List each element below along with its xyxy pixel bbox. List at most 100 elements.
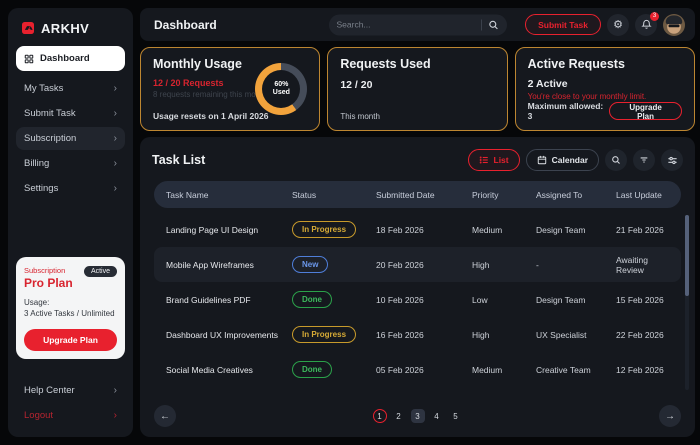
sidebar-item-label: Settings <box>24 183 58 194</box>
subscription-card: Subscription Pro Plan Active Usage: 3 Ac… <box>16 257 125 359</box>
card-title: Requests Used <box>340 57 494 71</box>
table-row[interactable]: Social Media Creatives Done 05 Feb 2026 … <box>154 352 681 387</box>
usage-donut-chart: 60% Used <box>255 63 307 115</box>
plan-usage: Usage: 3 Active Tasks / Unlimited <box>24 298 117 320</box>
plan-eyebrow: Subscription <box>24 266 73 275</box>
active-requests-card: Active Requests 2 Active You're close to… <box>515 47 695 131</box>
search-icon[interactable] <box>488 19 499 30</box>
chevron-right-icon: › <box>114 385 117 396</box>
donut-label: Used <box>273 89 290 97</box>
pagination: ← 1 2 3 4 5 → <box>152 403 683 427</box>
bell-icon <box>641 19 652 30</box>
table-row[interactable]: Landing Page UI Design In Progress 18 Fe… <box>154 212 681 247</box>
main-content: Dashboard Submit Task ⚙ 3 <box>140 8 695 437</box>
topbar: Dashboard Submit Task ⚙ 3 <box>140 8 695 41</box>
sliders-button[interactable] <box>661 149 683 171</box>
gear-icon: ⚙ <box>613 18 623 31</box>
list-view-button[interactable]: List <box>468 149 520 171</box>
sidebar-item-label: Dashboard <box>40 53 90 64</box>
sidebar-item-billing[interactable]: Billing › <box>16 152 125 175</box>
upgrade-plan-button-small[interactable]: Upgrade Plan <box>609 102 682 120</box>
table-row[interactable]: Dashboard UX Improvements In Progress 16… <box>154 317 681 352</box>
grid-icon <box>24 54 34 64</box>
sidebar-item-help-center[interactable]: Help Center › <box>16 379 125 402</box>
plan-usage-value: 3 Active Tasks / Unlimited <box>24 309 117 320</box>
monthly-usage-card: Monthly Usage 12 / 20 Requests 8 request… <box>140 47 320 131</box>
chevron-right-icon: › <box>114 108 117 119</box>
chevron-right-icon: › <box>114 133 117 144</box>
chevron-right-icon: › <box>114 183 117 194</box>
status-badge: Done <box>292 291 332 308</box>
page-button-1[interactable]: 1 <box>373 409 387 423</box>
arrow-left-icon: ← <box>160 411 170 422</box>
table-search-button[interactable] <box>605 149 627 171</box>
sidebar-item-label: My Tasks <box>24 83 63 94</box>
scrollbar-thumb[interactable] <box>685 215 689 296</box>
task-list-title: Task List <box>152 153 205 167</box>
submit-task-button[interactable]: Submit Task <box>525 14 601 35</box>
table-row[interactable]: Brand Guidelines PDF Done 10 Feb 2026 Lo… <box>154 282 681 317</box>
search-divider <box>481 19 482 30</box>
sidebar-item-label: Submit Task <box>24 108 76 119</box>
status-badge: In Progress <box>292 326 356 343</box>
limit-warning: You're close to your monthly limit. <box>528 92 682 101</box>
sidebar-item-label: Logout <box>24 410 53 421</box>
notifications-button[interactable]: 3 <box>635 14 657 36</box>
column-header[interactable]: Submitted Date <box>376 190 472 200</box>
upgrade-plan-button[interactable]: Upgrade Plan <box>24 329 117 351</box>
page-button-3[interactable]: 3 <box>411 409 425 423</box>
user-avatar[interactable] <box>663 14 685 36</box>
column-header[interactable]: Assigned To <box>536 190 616 200</box>
sliders-icon <box>667 155 678 166</box>
requests-used-value: 12 / 20 <box>340 79 494 91</box>
list-icon <box>479 155 489 165</box>
stats-cards: Monthly Usage 12 / 20 Requests 8 request… <box>140 47 695 131</box>
page-button-4[interactable]: 4 <box>430 409 444 423</box>
prev-page-button[interactable]: ← <box>154 405 176 427</box>
status-badge: In Progress <box>292 221 356 238</box>
column-header[interactable]: Status <box>292 190 376 200</box>
donut-percent: 60% <box>274 81 288 89</box>
topbar-actions: Submit Task ⚙ 3 <box>525 14 685 36</box>
search-input[interactable] <box>337 20 475 30</box>
sidebar-item-submit-task[interactable]: Submit Task › <box>16 102 125 125</box>
chevron-right-icon: › <box>114 158 117 169</box>
table-scrollbar[interactable] <box>685 215 689 390</box>
sidebar-item-label: Help Center <box>24 385 75 396</box>
column-header[interactable]: Priority <box>472 190 536 200</box>
brand-name: ARKHV <box>41 21 89 36</box>
settings-button[interactable]: ⚙ <box>607 14 629 36</box>
next-page-button[interactable]: → <box>659 405 681 427</box>
requests-used-caption: This month <box>340 112 494 121</box>
calendar-view-button[interactable]: Calendar <box>526 149 599 171</box>
search-box <box>329 14 507 35</box>
page-button-2[interactable]: 2 <box>392 409 406 423</box>
sidebar-footer: Help Center › Logout › <box>16 379 125 427</box>
page-button-5[interactable]: 5 <box>449 409 463 423</box>
plan-usage-label: Usage: <box>24 298 117 309</box>
app-root: ARKHV Dashboard My Tasks › Submit Task ›… <box>0 0 700 445</box>
column-header[interactable]: Task Name <box>166 190 292 200</box>
notification-count-badge: 3 <box>650 12 659 21</box>
table-header: Task Name Status Submitted Date Priority… <box>154 181 681 208</box>
task-list-controls: List Calendar <box>468 149 684 171</box>
plan-active-badge: Active <box>84 266 117 277</box>
sidebar-item-settings[interactable]: Settings › <box>16 177 125 200</box>
arrow-right-icon: → <box>665 411 675 422</box>
search-icon <box>611 155 621 165</box>
brand-logo: ARKHV <box>16 18 125 46</box>
sidebar-item-subscription[interactable]: Subscription › <box>16 127 125 150</box>
max-allowed-label: Maximum allowed: 3 <box>528 101 609 121</box>
card-title: Active Requests <box>528 57 682 71</box>
active-requests-value: 2 Active <box>528 78 682 90</box>
sidebar-item-logout[interactable]: Logout › <box>16 404 125 427</box>
table-row[interactable]: Mobile App Wireframes New 20 Feb 2026 Hi… <box>154 247 681 282</box>
sidebar-item-label: Subscription <box>24 133 76 144</box>
column-header[interactable]: Last Update <box>616 190 669 200</box>
sidebar-item-my-tasks[interactable]: My Tasks › <box>16 77 125 100</box>
filter-button[interactable] <box>633 149 655 171</box>
sidebar-item-dashboard[interactable]: Dashboard <box>16 46 125 71</box>
chevron-right-icon: › <box>114 410 117 421</box>
filter-icon <box>639 155 649 165</box>
sidebar-item-label: Billing <box>24 158 49 169</box>
